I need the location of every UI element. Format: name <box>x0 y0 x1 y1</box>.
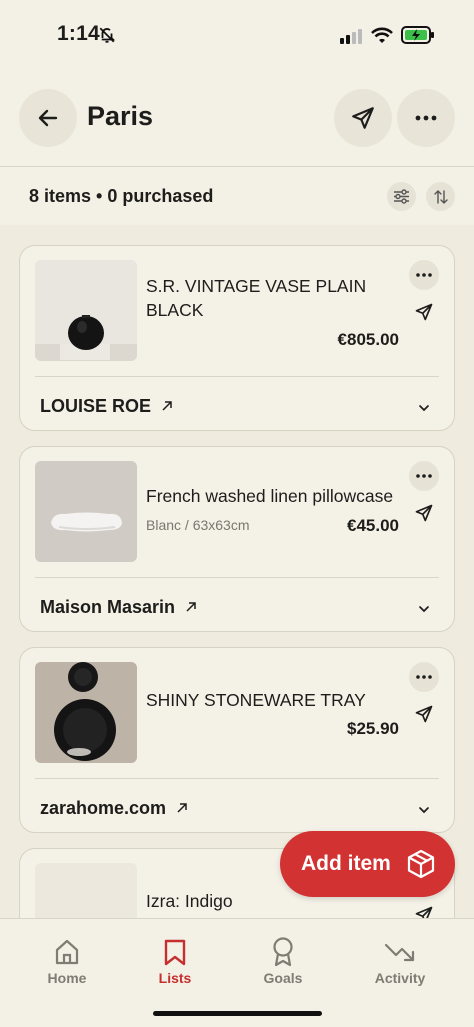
chevron-down-icon[interactable] <box>418 600 430 618</box>
external-link-icon <box>161 400 173 412</box>
chevron-down-icon[interactable] <box>418 801 430 819</box>
list-item-card[interactable]: S.R. VINTAGE VASE PLAIN BLACK €805.00 LO… <box>19 245 455 431</box>
item-share-button[interactable] <box>409 699 439 729</box>
package-icon <box>407 849 435 885</box>
status-time: 1:14 <box>57 22 100 45</box>
items-summary: 8 items • 0 purchased <box>29 186 214 206</box>
tab-label: Activity <box>374 970 426 986</box>
store-name: LOUISE ROE <box>40 395 152 416</box>
item-image <box>35 461 137 562</box>
divider <box>35 778 439 779</box>
more-horizontal-icon <box>416 474 432 478</box>
divider <box>35 577 439 578</box>
home-icon <box>17 937 117 967</box>
sliders-icon <box>394 189 409 204</box>
trending-down-icon <box>350 937 450 967</box>
more-horizontal-icon <box>416 273 432 277</box>
store-link[interactable]: LOUISE ROE <box>40 391 434 421</box>
item-image <box>35 662 137 763</box>
store-name: zarahome.com <box>40 797 167 818</box>
battery-charging-icon <box>401 26 435 49</box>
item-share-button[interactable] <box>409 498 439 528</box>
send-icon <box>415 705 433 723</box>
send-icon <box>415 504 433 522</box>
item-variant: Blanc / 63x63cm <box>146 517 250 533</box>
item-more-button[interactable] <box>409 260 439 290</box>
header: Paris <box>0 70 474 167</box>
tab-lists[interactable]: Lists <box>125 937 225 986</box>
tab-goals[interactable]: Goals <box>233 937 333 986</box>
send-icon <box>415 303 433 321</box>
tab-label: Home <box>47 970 87 986</box>
wifi-icon <box>371 27 393 49</box>
arrow-left-icon <box>38 109 58 127</box>
item-price: €45.00 <box>347 516 399 535</box>
list-item-card[interactable]: French washed linen pillowcase Blanc / 6… <box>19 446 455 632</box>
item-price: €805.00 <box>337 330 399 349</box>
award-icon <box>233 937 333 967</box>
bookmark-icon <box>125 937 225 967</box>
store-link[interactable]: zarahome.com <box>40 793 434 823</box>
home-indicator <box>153 1011 322 1016</box>
status-bar: 1:14 <box>0 0 474 70</box>
item-name: SHINY STONEWARE TRAY <box>146 690 366 710</box>
more-horizontal-icon <box>416 675 432 679</box>
item-name: French washed linen pillowcase <box>146 486 394 506</box>
tab-home[interactable]: Home <box>17 937 117 986</box>
tab-activity[interactable]: Activity <box>350 937 450 986</box>
share-list-button[interactable] <box>334 89 392 147</box>
add-item-label: Add item <box>301 852 391 875</box>
bell-off-icon <box>98 26 116 49</box>
send-icon <box>352 107 374 129</box>
list-item-card[interactable]: SHINY STONEWARE TRAY $25.90 zarahome.com <box>19 647 455 833</box>
item-more-button[interactable] <box>409 662 439 692</box>
item-more-button[interactable] <box>409 461 439 491</box>
chevron-down-icon[interactable] <box>418 399 430 417</box>
divider <box>35 376 439 377</box>
page-title: Paris <box>87 101 154 131</box>
tab-label: Lists <box>158 970 192 986</box>
store-link[interactable]: Maison Masarin <box>40 592 434 622</box>
more-options-button[interactable] <box>397 89 455 147</box>
back-button[interactable] <box>19 89 77 147</box>
item-name: S.R. VINTAGE VASE PLAIN BLACK <box>146 276 367 320</box>
tab-label: Goals <box>263 970 303 986</box>
external-link-icon <box>185 601 197 613</box>
sort-arrows-icon <box>433 189 448 204</box>
summary-bar: 8 items • 0 purchased <box>0 167 474 225</box>
store-name: Maison Masarin <box>40 596 176 617</box>
cellular-signal-icon <box>340 28 364 49</box>
filter-button[interactable] <box>387 182 416 211</box>
sort-button[interactable] <box>426 182 455 211</box>
item-image <box>35 260 137 361</box>
external-link-icon <box>176 802 188 814</box>
add-item-button[interactable]: Add item <box>280 831 455 897</box>
item-share-button[interactable] <box>409 297 439 327</box>
item-price: $25.90 <box>347 719 399 738</box>
more-horizontal-icon <box>415 115 437 121</box>
